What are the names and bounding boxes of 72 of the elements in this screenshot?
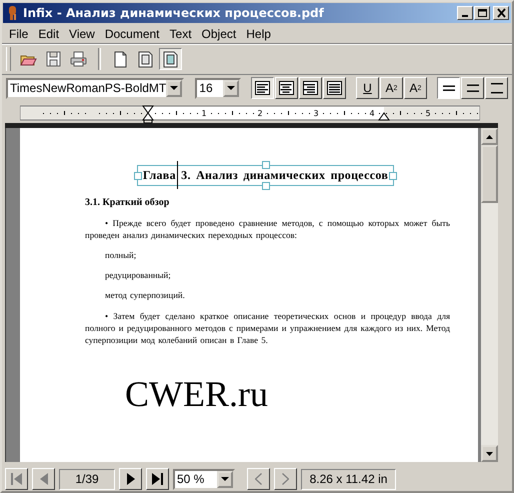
list-item: метод суперпозиций. — [104, 289, 186, 301]
font-size-dropdown[interactable]: 16 — [195, 78, 241, 98]
caret-icon — [170, 86, 178, 90]
align-center-button[interactable] — [275, 77, 298, 99]
next-page-button[interactable] — [119, 468, 142, 490]
right-chevron-icon — [282, 473, 289, 485]
superscript-button[interactable]: A$^{2}$ — [380, 77, 403, 99]
zoom-dropdown[interactable]: 50 % — [173, 468, 235, 490]
right-triangle-icon — [126, 473, 134, 485]
underline-button[interactable]: U — [356, 77, 379, 99]
left-triangle-icon — [40, 473, 48, 485]
align-justify-icon — [326, 80, 343, 96]
align-right-icon — [302, 80, 319, 96]
ruler-number: 3 — [313, 109, 319, 118]
text-cursor — [176, 161, 178, 189]
minimize-icon — [462, 15, 468, 17]
align-right-button[interactable] — [299, 77, 322, 99]
align-center-icon — [278, 80, 295, 96]
resize-handle[interactable] — [262, 182, 270, 190]
chapter-heading: Глава 3. Анализ динамических процессов — [142, 168, 388, 182]
close-button[interactable] — [493, 6, 509, 20]
skip-start-icon — [11, 473, 22, 485]
ruler-number: 1 — [201, 109, 207, 118]
menu-item[interactable]: Object — [196, 26, 242, 40]
framed-page-icon — [161, 50, 180, 68]
maximize-button[interactable] — [474, 6, 490, 20]
ruler-number: 4 — [369, 109, 375, 118]
skip-end-icon — [152, 473, 163, 485]
indent-marker[interactable] — [142, 106, 154, 123]
paragraph: • Прежде всего будет проведено сравнение методов, с помощью которых может быть проведен анализ динамических переходных процессов: — [85, 217, 450, 241]
framed-page-icon — [136, 50, 155, 68]
last-page-button[interactable] — [146, 468, 169, 490]
font-name-dropdown[interactable]: TimesNewRomanPS-BoldMT — [6, 78, 184, 98]
menu-item[interactable]: Text — [164, 26, 197, 40]
ruler-number: 5 — [425, 109, 431, 118]
line-spacing-single-button[interactable] — [437, 77, 460, 99]
menu-item[interactable]: Help — [241, 26, 276, 40]
close-icon — [496, 8, 506, 18]
right-indent-marker[interactable] — [378, 112, 390, 120]
page-size-field: 8.26 x 11.42 in — [301, 468, 396, 490]
menu-item[interactable]: Document — [100, 26, 165, 40]
line-spacing-one-half-button[interactable] — [461, 77, 484, 99]
minimize-button[interactable] — [457, 6, 473, 20]
menu-item[interactable]: File — [4, 26, 34, 40]
down-arrow-icon — [486, 452, 493, 456]
paragraph: • Затем будет сделано краткое описание теоретических основ и процедур ввода для полного и редуцированного методов с примерами и упражнением для каждого из них. Метод суперпозиции мод колебаний описан в Главе 5. — [85, 310, 450, 346]
align-left-button[interactable] — [251, 77, 274, 99]
align-left-icon — [254, 80, 271, 96]
align-justify-button[interactable] — [323, 77, 346, 99]
resize-handle[interactable] — [389, 172, 398, 180]
list-item: полный; — [104, 249, 138, 261]
menu-item[interactable]: Edit — [33, 26, 64, 40]
line-spacing-double-button[interactable] — [485, 77, 508, 99]
list-item: редуцированный; — [104, 269, 172, 281]
page-edit-button[interactable] — [159, 48, 182, 70]
up-arrow-icon — [486, 134, 493, 138]
large-text: CWER.ru — [125, 374, 269, 414]
printer-icon — [69, 50, 88, 68]
scrollbar-thumb[interactable] — [481, 145, 498, 203]
left-chevron-icon — [255, 473, 262, 485]
caret-icon — [221, 477, 229, 481]
ruler-number: 2 — [257, 109, 263, 118]
vertical-scrollbar[interactable] — [481, 128, 498, 462]
line-spacing-icon — [488, 81, 504, 95]
page-number-field[interactable]: 1/39 — [59, 468, 115, 490]
window-title: Infix - Анализ динамических процессов.pdf — [23, 6, 325, 20]
caret-icon — [227, 86, 235, 90]
resize-handle[interactable] — [134, 172, 142, 180]
resize-handle[interactable] — [262, 161, 270, 169]
menu-item[interactable]: View — [64, 26, 100, 40]
maximize-icon — [476, 8, 488, 18]
section-heading: 3.1. Краткий обзор — [85, 197, 170, 208]
